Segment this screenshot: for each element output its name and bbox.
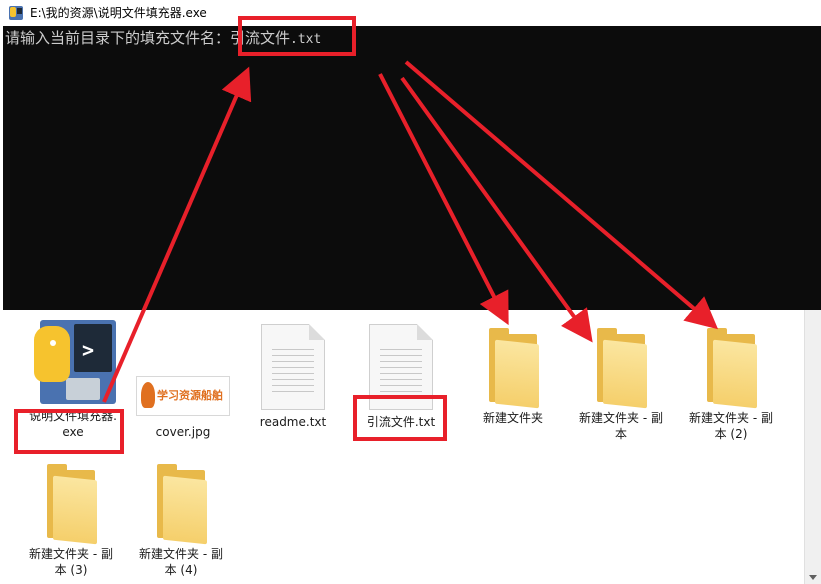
highlight-box-input [238,16,356,56]
folder-icon [701,328,761,409]
python-exe-icon: > [30,320,116,404]
image-thumbnail: 学习资源船舶 [136,376,230,416]
folder-icon [41,464,101,545]
text-document-icon [261,324,325,410]
folder-item[interactable]: 新建文件夹 [458,328,568,426]
file-label: 新建文件夹 [482,411,543,425]
thumbnail-logo-text: 学习资源船舶 [157,389,223,402]
folder-icon [591,328,651,409]
file-label: 新建文件夹 - 副本 (4) [139,547,223,577]
window-title: E:\我的资源\说明文件填充器.exe [30,6,207,20]
folder-item[interactable]: 新建文件夹 - 副本 (4) [126,464,236,578]
scroll-down-icon[interactable] [809,575,817,580]
file-label: 新建文件夹 - 副本 (2) [689,411,773,441]
file-item-readme[interactable]: readme.txt [238,324,348,430]
highlight-box-exe [14,409,124,454]
logo-icon [141,382,155,408]
python-app-icon [8,5,24,21]
file-label: readme.txt [259,415,327,429]
file-item-cover[interactable]: 学习资源船舶 cover.jpg [128,320,238,440]
folder-item[interactable]: 新建文件夹 - 副本 (3) [16,464,126,578]
folder-icon [151,464,211,545]
folder-item[interactable]: 新建文件夹 - 副本 (2) [676,328,786,442]
file-label: cover.jpg [155,425,211,439]
folder-item[interactable]: 新建文件夹 - 副本 [566,328,676,442]
console-output[interactable]: 请输入当前目录下的填充文件名：引流文件.txt [3,26,821,310]
console-prompt-text: 请输入当前目录下的填充文件名： [5,29,231,47]
highlight-box-txt [353,395,447,441]
file-label: 新建文件夹 - 副本 (3) [29,547,113,577]
folder-icon [483,328,543,409]
vertical-scrollbar[interactable] [804,310,821,584]
file-label: 新建文件夹 - 副本 [579,411,663,441]
console-titlebar: E:\我的资源\说明文件填充器.exe [0,0,821,26]
